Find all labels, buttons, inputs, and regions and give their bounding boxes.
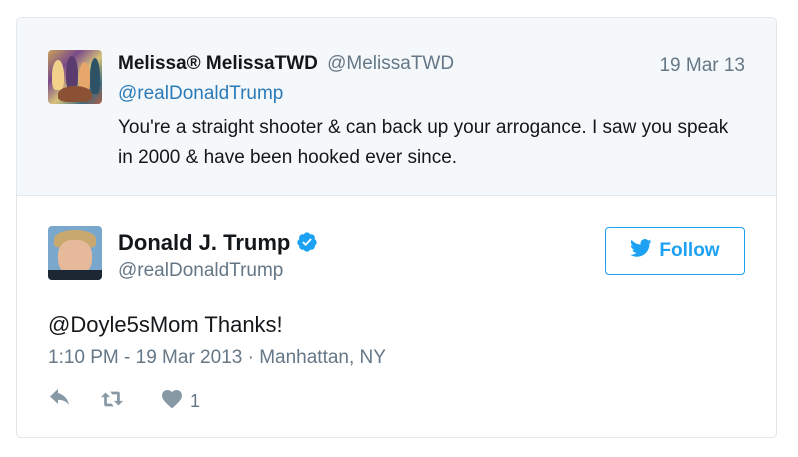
- reply-icon: [48, 387, 72, 416]
- parent-author-line: Melissa® MelissaTWD @MelissaTWD: [118, 53, 454, 75]
- verified-badge-icon: [296, 231, 318, 253]
- reply-button[interactable]: [48, 387, 72, 416]
- parent-date[interactable]: 19 Mar 13: [659, 55, 745, 77]
- parent-tweet[interactable]: Melissa® MelissaTWD @MelissaTWD 19 Mar 1…: [17, 18, 776, 196]
- retweet-button[interactable]: [100, 387, 124, 416]
- author-handle[interactable]: @realDonaldTrump: [118, 260, 283, 282]
- like-button[interactable]: 1: [160, 387, 200, 416]
- parent-handle[interactable]: @MelissaTWD: [327, 53, 454, 74]
- follow-label: Follow: [659, 240, 720, 261]
- heart-icon: [160, 387, 184, 416]
- tweet-timestamp-location[interactable]: 1:10 PM - 19 Mar 2013 · Manhattan, NY: [48, 347, 386, 369]
- tweet-text: @Doyle5sMom Thanks!: [48, 312, 283, 337]
- author-avatar[interactable]: [48, 226, 102, 280]
- parent-reply-mention[interactable]: @realDonaldTrump: [118, 83, 283, 105]
- like-count: 1: [190, 390, 201, 411]
- retweet-icon: [100, 387, 124, 416]
- follow-button[interactable]: Follow: [605, 227, 745, 275]
- parent-avatar[interactable]: [48, 50, 102, 104]
- parent-tweet-text: You're a straight shooter & can back up …: [118, 117, 729, 168]
- twitter-bird-icon: [630, 237, 653, 265]
- tweet-actions: 1: [48, 388, 200, 414]
- embedded-tweet-card: Melissa® MelissaTWD @MelissaTWD 19 Mar 1…: [16, 17, 777, 438]
- author-display-name[interactable]: Donald J. Trump: [118, 230, 290, 255]
- author-name-line[interactable]: Donald J. Trump: [118, 230, 318, 256]
- parent-display-name[interactable]: Melissa® MelissaTWD: [118, 53, 318, 74]
